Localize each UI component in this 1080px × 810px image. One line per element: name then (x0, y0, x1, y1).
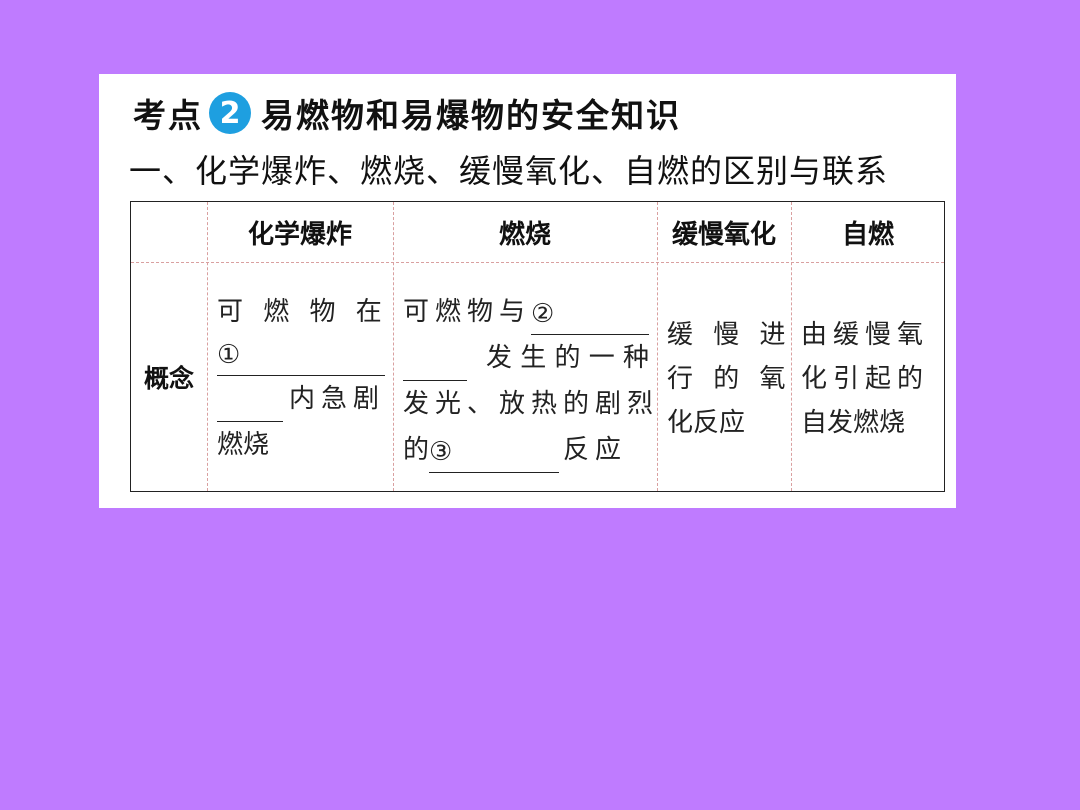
header-spontaneous: 自燃 (841, 219, 894, 250)
header-combustion: 燃烧 (498, 219, 551, 250)
heading-prefix: 考点 (133, 96, 203, 135)
subheading: 一、化学爆炸、燃烧、缓慢氧化、自燃的区别与联系 (129, 152, 889, 190)
blank-marker-1: ① (217, 340, 241, 370)
combustion-line-1: 可燃物与 (403, 297, 532, 327)
blank-marker-3: ③ (429, 437, 453, 467)
spontaneous-line-3: 自发燃烧 (801, 408, 906, 438)
blank-marker-2: ② (531, 299, 555, 329)
row-label-concept: 概念 (143, 363, 194, 393)
row-divider (131, 262, 944, 263)
cell-slow-oxidation: 缓 慢 进 行 的 氧 化反应 (667, 313, 786, 445)
combustion-line-2: 发 生 的 一 种 (485, 343, 649, 373)
slow-oxidation-line-1: 缓 慢 进 (667, 320, 792, 350)
explosion-line-1: 可 燃 物 在 (217, 297, 388, 327)
cell-explosion: 可 燃 物 在 ① 内急剧 燃烧 (217, 289, 385, 468)
cell-combustion: 可燃物与 ② 发 生 的 一 种 发光、放热的剧烈 的 ③ 反应 (403, 289, 653, 473)
explosion-line-3: 内急剧 (288, 384, 385, 414)
content-card: 考点 2 易燃物和易爆物的安全知识 一、化学爆炸、燃烧、缓慢氧化、自燃的区别与联… (99, 74, 956, 508)
comparison-table: 化学爆炸 燃烧 缓慢氧化 自燃 概念 可 燃 物 在 ① 内急剧 燃烧 可燃物与 (130, 201, 945, 492)
heading-title: 易燃物和易爆物的安全知识 (261, 96, 681, 135)
slow-oxidation-line-2: 行 的 氧 (667, 364, 792, 394)
header-slow-oxidation: 缓慢氧化 (671, 219, 776, 250)
blank-line (403, 344, 467, 381)
spontaneous-line-1: 由缓慢氧 (801, 320, 930, 350)
explosion-line-4: 燃烧 (217, 430, 270, 460)
blank-line (217, 385, 283, 422)
cell-spontaneous: 由缓慢氧 化引起的 自发燃烧 (801, 313, 941, 445)
number-badge: 2 (209, 92, 251, 134)
combustion-line-3: 发光、放热的剧烈 (403, 389, 660, 419)
combustion-line-4-suffix: 反应 (563, 435, 628, 465)
section-heading: 考点 2 易燃物和易爆物的安全知识 (133, 88, 681, 138)
spontaneous-line-2: 化引起的 (801, 364, 930, 394)
slow-oxidation-line-3: 化反应 (667, 408, 746, 438)
combustion-line-4-prefix: 的 (403, 435, 430, 465)
header-explosion: 化学爆炸 (247, 219, 352, 250)
